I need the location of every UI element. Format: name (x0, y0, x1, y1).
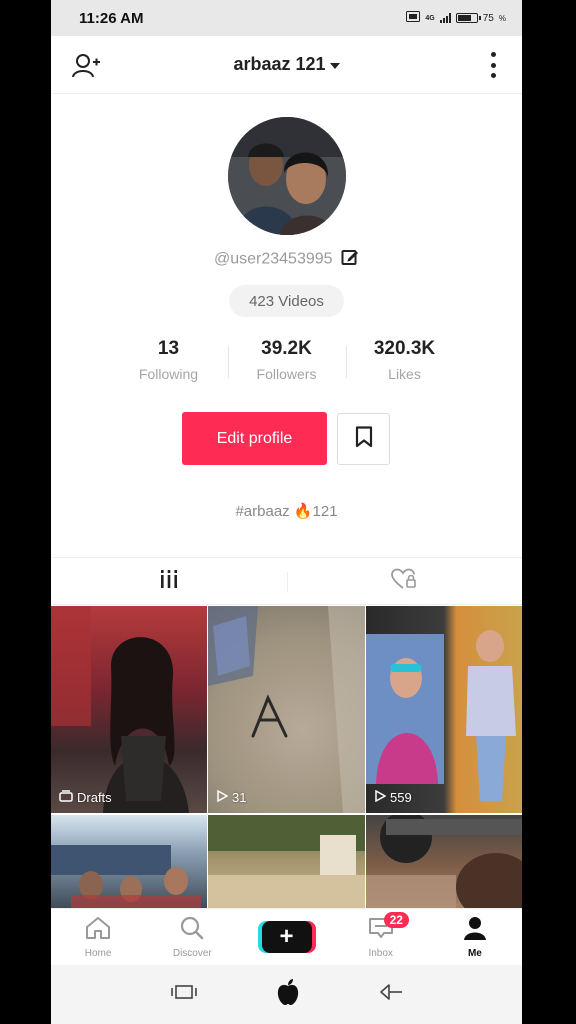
handle-text: @user23453995 (213, 250, 333, 268)
nav-discover[interactable]: Discover (145, 909, 239, 965)
stat-label: Likes (388, 366, 421, 382)
drafts-icon (59, 790, 73, 805)
status-bar: 11:26 AM 4G 75% (51, 0, 522, 36)
back-icon[interactable] (379, 983, 403, 1006)
video-caption: 559 (374, 789, 412, 805)
video-caption-text: 559 (390, 790, 412, 805)
profile-stats: 13 Following 39.2K Followers 320.3K Like… (51, 338, 522, 382)
user-handle: @user23453995 (51, 248, 522, 271)
video-thumbnail[interactable] (366, 815, 522, 909)
bio-suffix: 121 (312, 503, 338, 520)
grid-icon (159, 569, 179, 593)
video-thumbnail[interactable] (51, 815, 207, 909)
tab-videos[interactable] (51, 558, 287, 604)
status-time: 11:26 AM (79, 9, 144, 27)
stat-following[interactable]: 13 Following (110, 338, 228, 382)
fire-emoji: 🔥 (293, 503, 313, 520)
bio-prefix: #arbaaz (235, 503, 294, 520)
video-thumbnail[interactable]: 559 (366, 606, 522, 813)
home-apple-icon[interactable] (276, 978, 300, 1011)
edit-profile-button[interactable]: Edit profile (182, 412, 327, 465)
nav-label: Me (467, 947, 482, 959)
nav-create[interactable]: + (239, 909, 333, 965)
recent-apps-icon[interactable] (170, 984, 197, 1005)
profile-icon (462, 916, 488, 945)
video-caption: 31 (216, 789, 247, 805)
network-type: 4G (425, 14, 435, 22)
video-thumbnail[interactable]: 31 (208, 606, 365, 813)
stat-label: Followers (256, 366, 317, 382)
sim-icon (406, 11, 421, 25)
nav-me[interactable]: Me (428, 909, 522, 965)
more-options-icon[interactable] (486, 52, 500, 78)
bookmark-icon (355, 425, 373, 453)
stat-value: 39.2K (261, 338, 312, 359)
add-friend-icon[interactable] (71, 52, 101, 80)
profile-bio: #arbaaz 🔥121 (51, 502, 522, 520)
liked-heart-icon (391, 568, 417, 595)
inbox-badge: 22 (383, 912, 409, 928)
nav-label: Inbox (368, 947, 393, 959)
stat-likes[interactable]: 320.3K Likes (345, 338, 464, 382)
video-caption: Drafts (59, 790, 112, 805)
nav-label: Discover (172, 947, 212, 959)
username-title: arbaaz 121 (233, 54, 326, 74)
favorites-button[interactable] (337, 413, 390, 465)
nav-inbox[interactable]: 22 Inbox (334, 909, 428, 965)
status-icons: 4G 75% (406, 11, 506, 25)
stat-label: Following (138, 366, 199, 382)
caret-down-icon (329, 54, 340, 75)
video-caption-text: Drafts (77, 790, 112, 805)
plus-icon: + (279, 923, 294, 950)
videos-count-badge[interactable]: 423 Videos (229, 285, 344, 317)
avatar[interactable] (228, 117, 346, 235)
profile-header: arbaaz 121 (51, 36, 522, 94)
video-thumbnail[interactable] (208, 815, 365, 909)
edit-handle-icon[interactable] (341, 248, 359, 271)
create-video-button[interactable]: + (261, 921, 312, 953)
battery-icon (455, 13, 481, 23)
nav-home[interactable]: Home (51, 909, 145, 965)
system-navigation-bar (51, 965, 522, 1024)
signal-icon (439, 13, 451, 23)
home-icon (85, 916, 111, 945)
play-icon (216, 789, 229, 805)
tab-liked[interactable] (286, 558, 523, 604)
stat-value: 13 (157, 338, 180, 359)
stat-followers[interactable]: 39.2K Followers (227, 338, 346, 382)
app-screen: 11:26 AM 4G 75% arbaaz 121 @user23453995… (51, 0, 522, 1024)
play-icon (374, 789, 387, 805)
username-switcher[interactable]: arbaaz 121 (233, 54, 340, 75)
video-grid: Drafts 31 559 (51, 606, 522, 909)
battery-percent: 75 (482, 12, 494, 24)
search-icon (179, 916, 205, 945)
video-thumbnail[interactable]: Drafts (51, 606, 207, 813)
video-caption-text: 31 (232, 790, 247, 805)
nav-label: Home (84, 947, 112, 959)
stat-value: 320.3K (373, 338, 436, 359)
content-tabs (51, 557, 522, 605)
bottom-navigation: Home Discover + 22 Inbox Me (51, 908, 522, 965)
